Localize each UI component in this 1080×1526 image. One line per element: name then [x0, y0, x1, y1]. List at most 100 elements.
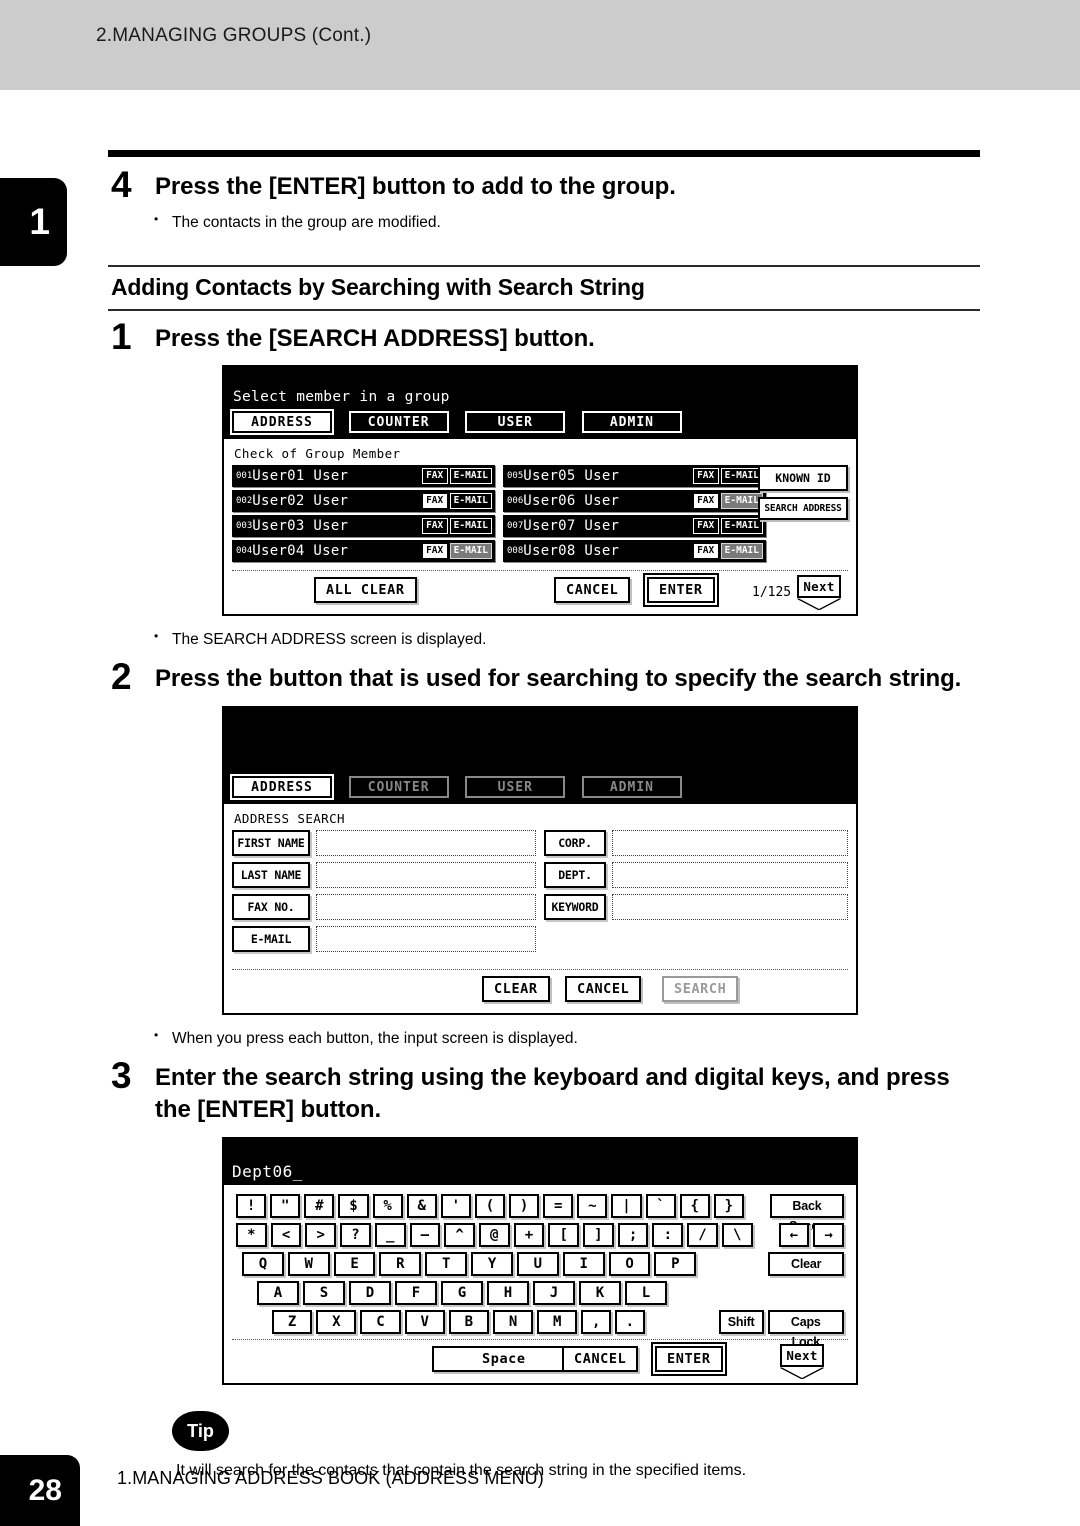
key-semicolon[interactable]: ; — [617, 1223, 649, 1248]
cancel-button[interactable]: CANCEL — [562, 1346, 639, 1373]
key-l[interactable]: L — [625, 1281, 667, 1306]
corp-button[interactable]: CORP. — [544, 830, 606, 857]
search-address-button[interactable]: SEARCH ADDRESS — [758, 497, 848, 521]
key-less-than[interactable]: < — [270, 1223, 302, 1248]
table-row[interactable]: 007 User07 User FAX E-MAIL — [503, 515, 766, 538]
key-g[interactable]: G — [441, 1281, 483, 1306]
key-backtick[interactable]: ` — [645, 1194, 676, 1219]
email-badge[interactable]: E-MAIL — [449, 493, 492, 510]
first-name-input[interactable] — [316, 830, 536, 857]
email-button[interactable]: E-MAIL — [232, 926, 310, 953]
arrow-right-icon[interactable]: → — [813, 1223, 844, 1248]
key-r[interactable]: R — [379, 1252, 422, 1277]
key-tilde[interactable]: ~ — [577, 1194, 608, 1219]
key-asterisk[interactable]: * — [236, 1223, 267, 1248]
key-colon[interactable]: : — [652, 1223, 684, 1248]
fax-badge[interactable]: FAX — [421, 493, 448, 510]
email-badge[interactable]: E-MAIL — [720, 543, 763, 560]
key-caret[interactable]: ^ — [444, 1223, 475, 1248]
table-row[interactable]: 008 User08 User FAX E-MAIL — [503, 540, 766, 563]
tab-address[interactable]: ADDRESS — [232, 776, 332, 799]
arrow-left-icon[interactable]: ← — [778, 1223, 810, 1248]
tab-address[interactable]: ADDRESS — [232, 411, 332, 434]
key-comma[interactable]: , — [581, 1310, 612, 1335]
key-dollar[interactable]: $ — [338, 1194, 369, 1219]
fax-badge[interactable]: FAX — [692, 518, 719, 535]
key-equals[interactable]: = — [543, 1194, 574, 1219]
key-h[interactable]: H — [487, 1281, 529, 1306]
key-v[interactable]: V — [404, 1310, 445, 1335]
next-button[interactable]: Next — [780, 1344, 824, 1379]
email-badge[interactable]: E-MAIL — [449, 543, 492, 560]
key-j[interactable]: J — [533, 1281, 575, 1306]
key-p[interactable]: P — [654, 1252, 697, 1277]
email-badge[interactable]: E-MAIL — [449, 468, 492, 485]
key-f[interactable]: F — [395, 1281, 437, 1306]
key-ampersand[interactable]: & — [406, 1194, 437, 1219]
key-z[interactable]: Z — [272, 1310, 313, 1335]
key-brace-close[interactable]: } — [713, 1194, 744, 1219]
last-name-input[interactable] — [316, 862, 536, 889]
tab-admin[interactable]: ADMIN — [581, 776, 682, 799]
table-row[interactable]: 004 User04 User FAX E-MAIL — [232, 540, 495, 563]
key-c[interactable]: C — [360, 1310, 401, 1335]
tab-admin[interactable]: ADMIN — [581, 411, 682, 434]
screen-keyboard-input[interactable]: Dept06_ ! " # $ % & ' ( ) = ~ | ` { } Ba… — [222, 1137, 858, 1386]
key-e[interactable]: E — [333, 1252, 376, 1277]
tab-counter[interactable]: COUNTER — [348, 776, 449, 799]
table-row[interactable]: 006 User06 User FAX E-MAIL — [503, 490, 766, 513]
key-apostrophe[interactable]: ' — [440, 1194, 471, 1219]
key-t[interactable]: T — [425, 1252, 468, 1277]
key-paren-open[interactable]: ( — [474, 1194, 505, 1219]
caps-lock-key[interactable]: Caps Lock — [767, 1310, 845, 1349]
table-row[interactable]: 005 User05 User FAX E-MAIL — [503, 465, 766, 488]
key-bracket-open[interactable]: [ — [548, 1223, 580, 1248]
key-w[interactable]: W — [287, 1252, 330, 1277]
screen-address-search[interactable]: ADDRESS COUNTER USER ADMIN ADDRESS SEARC… — [222, 706, 858, 1016]
known-id-button[interactable]: KNOWN ID — [758, 465, 848, 492]
fax-badge[interactable]: FAX — [692, 493, 719, 510]
cancel-button[interactable]: CANCEL — [565, 976, 642, 1003]
fax-badge[interactable]: FAX — [692, 543, 719, 560]
key-x[interactable]: X — [316, 1310, 357, 1335]
key-paren-close[interactable]: ) — [509, 1194, 540, 1219]
key-q[interactable]: Q — [242, 1252, 284, 1277]
key-brace-open[interactable]: { — [679, 1194, 710, 1219]
key-exclamation[interactable]: ! — [236, 1194, 267, 1219]
shift-key[interactable]: Shift — [718, 1310, 764, 1335]
fax-badge[interactable]: FAX — [421, 468, 448, 485]
key-at[interactable]: @ — [478, 1223, 510, 1248]
key-i[interactable]: I — [562, 1252, 605, 1277]
key-d[interactable]: D — [349, 1281, 391, 1306]
cancel-button[interactable]: CANCEL — [554, 577, 631, 604]
clear-button[interactable]: CLEAR — [482, 976, 550, 1003]
dept-input[interactable] — [612, 862, 848, 889]
dept-button[interactable]: DEPT. — [544, 862, 606, 889]
fax-no-button[interactable]: FAX NO. — [232, 894, 310, 921]
last-name-button[interactable]: LAST NAME — [232, 862, 310, 889]
key-dash[interactable]: — — [409, 1223, 441, 1248]
key-k[interactable]: K — [579, 1281, 621, 1306]
key-question[interactable]: ? — [340, 1223, 371, 1248]
search-button[interactable]: SEARCH — [662, 976, 739, 1003]
enter-button[interactable]: ENTER — [655, 1346, 723, 1373]
tab-counter[interactable]: COUNTER — [348, 411, 449, 434]
email-badge[interactable]: E-MAIL — [720, 468, 763, 485]
email-badge[interactable]: E-MAIL — [449, 518, 492, 535]
key-greater-than[interactable]: > — [305, 1223, 337, 1248]
keyword-button[interactable]: KEYWORD — [544, 894, 606, 921]
enter-button[interactable]: ENTER — [647, 577, 715, 604]
key-underscore[interactable]: _ — [374, 1223, 406, 1248]
fax-badge[interactable]: FAX — [421, 543, 448, 560]
fax-no-input[interactable] — [316, 894, 536, 921]
key-quote[interactable]: " — [270, 1194, 301, 1219]
email-badge[interactable]: E-MAIL — [720, 493, 763, 510]
key-hash[interactable]: # — [304, 1194, 335, 1219]
table-row[interactable]: 002 User02 User FAX E-MAIL — [232, 490, 495, 513]
fax-badge[interactable]: FAX — [692, 468, 719, 485]
search-string-input[interactable]: Dept06_ — [232, 1162, 303, 1181]
clear-key[interactable]: Clear — [768, 1252, 845, 1277]
key-percent[interactable]: % — [372, 1194, 403, 1219]
key-y[interactable]: Y — [471, 1252, 513, 1277]
key-m[interactable]: M — [537, 1310, 578, 1335]
